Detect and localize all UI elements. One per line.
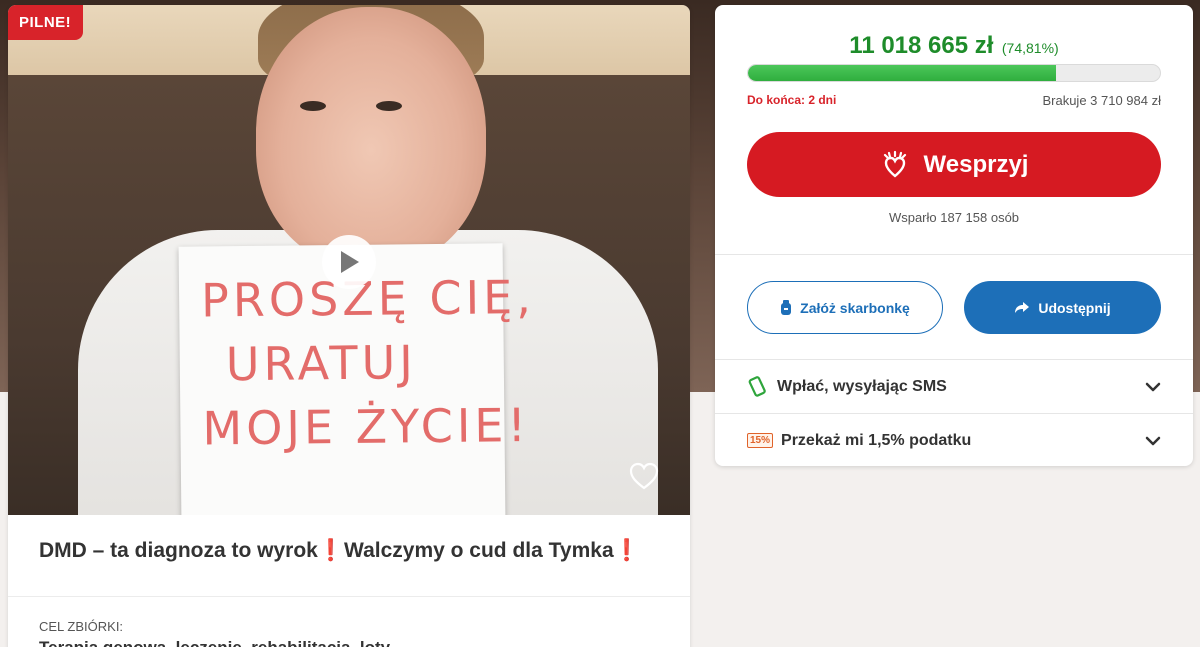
share-arrow-icon (1015, 301, 1030, 313)
photo-face (256, 7, 486, 267)
photo-eye-right (376, 101, 402, 111)
support-button-label: Wesprzyj (923, 150, 1029, 178)
goal-section: CEL ZBIÓRKI: Terapia genowa, leczenie, r… (8, 597, 690, 647)
sign-line-2: URATUJ (225, 335, 418, 392)
sms-label: Wpłać, wysyłając SMS (777, 377, 947, 395)
progress-bar (747, 64, 1161, 82)
create-piggybank-button[interactable]: Załóż skarbonkę (747, 281, 943, 334)
title-part-2: Walczymy o cud dla Tymka (344, 539, 614, 562)
missing-amount: Brakuje 3 710 984 zł (1042, 93, 1161, 108)
campaign-photo[interactable]: PROSZĘ CIĘ, URATUJ MOJE ŻYCIE! PILNE! (8, 5, 690, 515)
create-piggybank-label: Załóż skarbonkę (800, 299, 910, 316)
urgent-badge: PILNE! (8, 5, 84, 40)
favorite-button[interactable] (628, 461, 660, 491)
heart-hands-icon (883, 150, 906, 178)
share-button[interactable]: Udostępnij (964, 281, 1161, 334)
page-title: DMD – ta diagnoza to wyrok❗Walczymy o cu… (39, 539, 659, 563)
piggybank-icon (781, 299, 792, 315)
chevron-down-icon (1145, 436, 1161, 445)
raised-percent: (74,81%) (1001, 40, 1059, 56)
title-part-1: DMD – ta diagnoza to wyrok (39, 539, 318, 562)
donation-panel: 11 018 665 zł (74,81%) Do końca: 2 dni B… (715, 5, 1193, 466)
divider (715, 254, 1193, 255)
amount-row: 11 018 665 zł (74,81%) (715, 32, 1193, 60)
exclamation-icon: ❗ (317, 539, 345, 562)
phone-icon (748, 375, 766, 397)
goal-label: CEL ZBIÓRKI: (39, 619, 124, 634)
play-video-button[interactable] (322, 235, 376, 289)
photo-eye-left (300, 101, 326, 111)
support-button[interactable]: Wesprzyj (747, 132, 1161, 197)
supporters-count: Wsparło 187 158 osób (888, 210, 1020, 225)
title-bar: DMD – ta diagnoza to wyrok❗Walczymy o cu… (8, 515, 690, 597)
progress-fill (748, 65, 1057, 81)
percent-icon: 15% (747, 433, 774, 448)
sms-accordion[interactable]: Wpłać, wysyłając SMS (715, 360, 1193, 413)
raised-amount: 11 018 665 zł (849, 32, 994, 59)
share-label: Udostępnij (1038, 299, 1111, 316)
play-icon (341, 251, 359, 273)
exclamation-icon: ❗ (613, 539, 640, 562)
goal-value: Terapia genowa, leczenie, rehabilitacja,… (39, 638, 659, 647)
campaign-card: PROSZĘ CIĘ, URATUJ MOJE ŻYCIE! PILNE! DM… (8, 5, 690, 647)
sign-line-3: MOJE ŻYCIE! (202, 398, 531, 456)
heart-icon (629, 462, 659, 490)
chevron-down-icon (1145, 382, 1161, 391)
deadline-text: Do końca: 2 dni (747, 93, 837, 107)
tax-accordion[interactable]: 15% Przekaż mi 1,5% podatku (715, 414, 1193, 467)
tax-label: Przekaż mi 1,5% podatku (781, 431, 972, 449)
